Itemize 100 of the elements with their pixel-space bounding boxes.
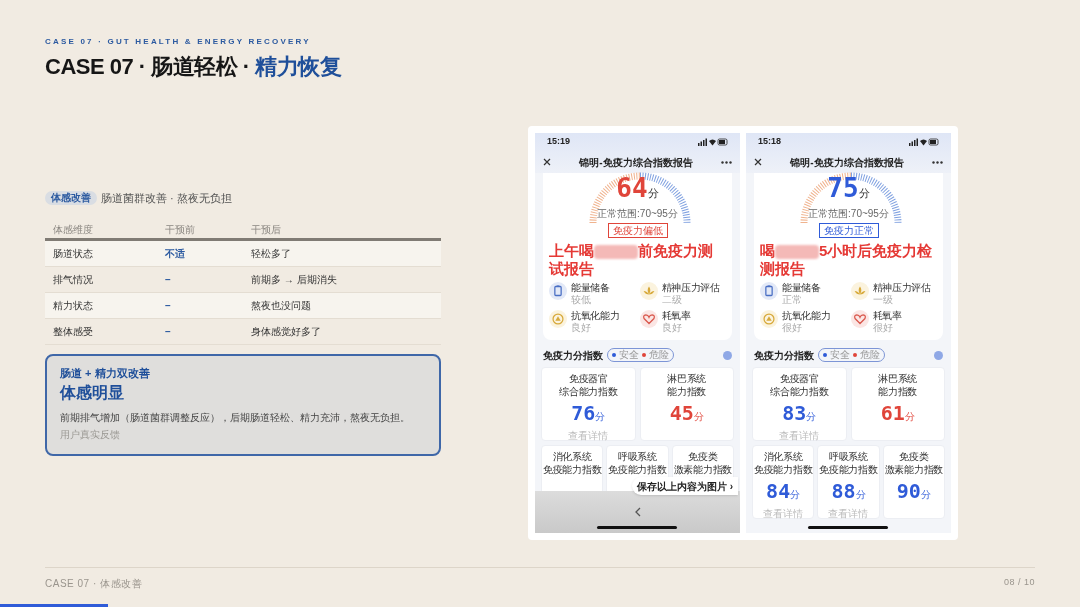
metric-name: 精神压力评估 xyxy=(661,282,720,294)
metric-value: 正常 xyxy=(782,294,803,306)
detail-link[interactable]: 查看详情 xyxy=(779,429,820,442)
metric-name: 抗氧化能力 xyxy=(782,310,831,322)
score-value: 84分 xyxy=(766,479,801,505)
table-cell-text: – xyxy=(165,298,172,313)
card-label: 消化系统 xyxy=(552,450,592,463)
status-icons xyxy=(698,138,728,146)
status-badge: 免疫力偏低 xyxy=(607,223,668,238)
card-label: 能力指数 xyxy=(878,385,918,398)
metric-name: 耗氧率 xyxy=(661,310,691,322)
score-value: 90分 xyxy=(896,479,931,505)
eyebrow-text: CASE 07 · GUT HEALTH & ENERGY RECOVERY xyxy=(45,36,312,48)
card-label: 激素能力指数 xyxy=(884,463,943,476)
legend-label: 危险 xyxy=(860,349,880,361)
table-cell-text: – xyxy=(165,324,172,339)
close-icon[interactable] xyxy=(754,158,762,166)
card-label: 呼吸系统 xyxy=(829,450,868,463)
page-number: 08 / 10 xyxy=(1003,576,1035,589)
range-text: 正常范围:70~95分 xyxy=(597,208,678,220)
card-label: 免疫能力指数 xyxy=(819,463,878,476)
metric-name: 精神压力评估 xyxy=(872,282,931,294)
metric-value: 良好 xyxy=(661,322,683,334)
card-label: 免疫器官 xyxy=(779,372,819,385)
metric-name: 能量储备 xyxy=(571,282,610,294)
table-cell-text: 精力状态 xyxy=(53,298,94,313)
table-cell-text: 排气情况 xyxy=(53,272,94,287)
caption-overlay: 喝 5小时后免疫力检测报告 xyxy=(760,242,934,278)
more-icon[interactable] xyxy=(932,160,943,164)
table-cell-text: 肠道状态 xyxy=(53,246,94,261)
column-header: 体感维度 xyxy=(53,222,94,237)
detail-link[interactable]: 查看详情 xyxy=(828,507,869,520)
close-icon[interactable] xyxy=(543,158,551,166)
card-label: 综合能力指数 xyxy=(559,385,618,398)
save-image-button[interactable]: 保存以上内容为图片 › xyxy=(631,477,738,495)
total-score: 64分 xyxy=(616,173,659,205)
back-icon[interactable] xyxy=(634,507,641,517)
score-value: 61分 xyxy=(880,401,915,427)
tag-chip: 体感改善 xyxy=(45,191,97,206)
card-label: 免疫器官 xyxy=(568,372,608,385)
detail-link[interactable]: 查看详情 xyxy=(763,507,804,520)
app-title: 锦明-免疫力综合指数报告 xyxy=(579,155,693,170)
metric-name: 抗氧化能力 xyxy=(571,310,620,322)
section-title: 免疫力分指数 xyxy=(754,348,814,363)
table-cell-text: 熬夜也没问题 xyxy=(251,298,312,313)
callout-body: 前期排气增加（肠道菌群调整反应），后期肠道轻松、精力充沛，熬夜无负担。 xyxy=(60,410,411,425)
legend-label: 安全 xyxy=(830,349,850,361)
source-note: 用户真实反馈 xyxy=(60,427,121,442)
callout-headline: 体感明显 xyxy=(60,382,125,403)
metric-name: 能量储备 xyxy=(782,282,821,294)
more-icon[interactable] xyxy=(721,160,732,164)
card-label: 激素能力指数 xyxy=(673,463,732,476)
table-cell-text: 不适 xyxy=(165,246,186,261)
status-badge: 免疫力正常 xyxy=(818,223,879,238)
subtitle-text: 肠道菌群改善 · 熬夜无负担 xyxy=(101,191,232,206)
card-label: 免疫能力指数 xyxy=(543,463,602,476)
score-value: 88分 xyxy=(831,479,866,505)
metric-name: 耗氧率 xyxy=(872,310,902,322)
status-time: 15:19 xyxy=(547,135,571,149)
battery-icon xyxy=(760,282,778,300)
table-cell-text: 轻松多了 xyxy=(251,246,292,261)
metric-value: 较低 xyxy=(571,294,592,306)
app-title: 锦明-免疫力综合指数报告 xyxy=(790,155,904,170)
battery-icon xyxy=(549,282,567,300)
card-label: 能力指数 xyxy=(667,385,707,398)
legend-label: 危险 xyxy=(649,349,669,361)
column-header: 干预后 xyxy=(251,222,282,237)
table-cell-text: 前期多 → 后期消失 xyxy=(251,272,338,287)
card-label: 淋巴系统 xyxy=(667,372,707,385)
card-label: 消化系统 xyxy=(763,450,803,463)
card-label: 淋巴系统 xyxy=(878,372,918,385)
redaction-blur xyxy=(594,245,638,260)
column-header: 干预前 xyxy=(165,222,196,237)
table-cell-text: 整体感受 xyxy=(53,324,94,339)
metric-value: 很好 xyxy=(782,322,803,334)
section-title: 免疫力分指数 xyxy=(543,348,603,363)
metric-value: 很好 xyxy=(872,322,894,334)
table-cell-text: – xyxy=(165,272,172,287)
callout-kicker: 肠道 + 精力双改善 xyxy=(60,365,151,380)
score-value: 45分 xyxy=(669,401,704,427)
range-text: 正常范围:70~95分 xyxy=(808,208,889,220)
table-cell-text: 身体感觉好多了 xyxy=(251,324,322,339)
score-value: 76分 xyxy=(571,401,606,427)
card-label: 免疫能力指数 xyxy=(754,463,813,476)
caption-overlay: 上午喝 前免疫力测试报告 xyxy=(549,242,714,278)
card-label: 免疫类 xyxy=(688,450,718,463)
metric-value: 良好 xyxy=(571,322,592,334)
detail-link[interactable]: 查看详情 xyxy=(568,429,609,442)
card-label: 免疫能力指数 xyxy=(608,463,667,476)
status-icons xyxy=(909,138,939,146)
card-label: 免疫类 xyxy=(899,450,929,463)
status-time: 15:18 xyxy=(758,135,782,149)
footer-label: CASE 07 · 体感改善 xyxy=(45,577,143,591)
card-label: 综合能力指数 xyxy=(770,385,829,398)
score-value: 83分 xyxy=(782,401,817,427)
card-label: 呼吸系统 xyxy=(618,450,657,463)
page-title: CASE 07 · 肠道轻松 · 精力恢复 xyxy=(45,54,343,80)
legend-label: 安全 xyxy=(619,349,639,361)
redaction-blur xyxy=(775,245,819,260)
total-score: 75分 xyxy=(827,173,870,205)
